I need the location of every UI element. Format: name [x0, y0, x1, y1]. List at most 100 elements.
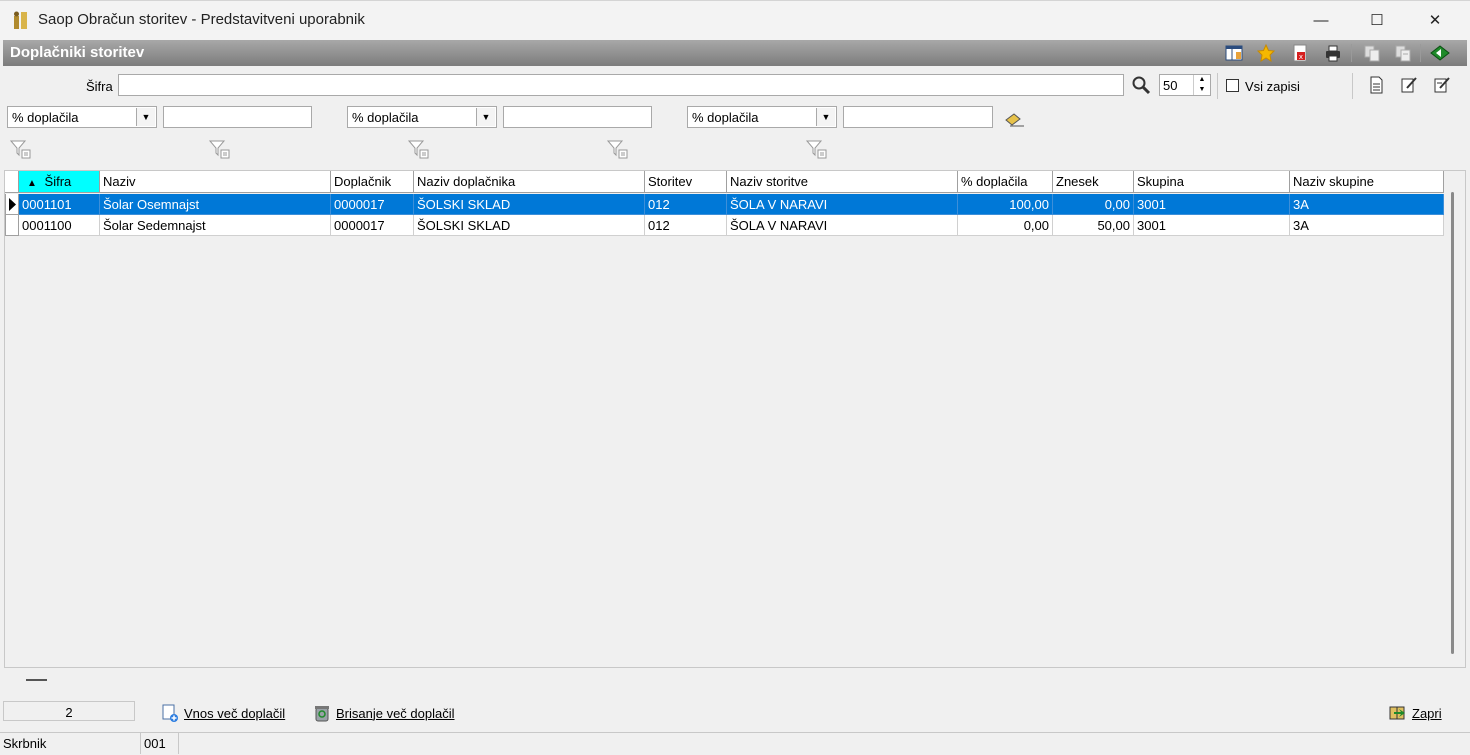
cell-znesek[interactable]: 50,00 [1053, 215, 1134, 236]
filter-funnel-icon[interactable] [805, 140, 828, 160]
chevron-down-icon[interactable]: ▼ [816, 108, 835, 126]
status-label: Skrbnik [0, 732, 140, 754]
window-title: Saop Obračun storitev - Predstavitveni u… [38, 11, 365, 28]
close-book-icon [1389, 706, 1405, 720]
record-count-value: 50 [1163, 78, 1178, 93]
favorite-star-icon[interactable] [1256, 43, 1276, 63]
stepper-arrows[interactable]: ▲ ▼ [1193, 75, 1210, 95]
column-header-storitev[interactable]: Storitev [645, 171, 727, 193]
filter-funnel-icon[interactable] [606, 140, 629, 160]
column-header-doplacnik[interactable]: Doplačnik [331, 171, 414, 193]
status-empty [178, 732, 1470, 754]
eraser-icon[interactable] [1002, 110, 1026, 128]
divider [1217, 73, 1218, 99]
maximize-button[interactable]: ☐ [1354, 6, 1400, 34]
cell-skupina[interactable]: 3001 [1134, 194, 1290, 215]
cell-sifra[interactable]: 0001100 [19, 215, 100, 236]
copy-icon[interactable] [1362, 43, 1382, 63]
cell-naziv-doplacnika[interactable]: ŠOLSKI SKLAD [414, 194, 645, 215]
data-grid[interactable] [4, 170, 1466, 668]
cell-storitev[interactable]: 012 [645, 194, 727, 215]
cell-doplacnik[interactable]: 0000017 [331, 215, 414, 236]
recycle-bin-icon [315, 706, 329, 722]
header-band [3, 40, 1467, 66]
row-indicator[interactable] [5, 215, 19, 236]
scrollbar-thumb[interactable] [1451, 192, 1454, 654]
cell-naziv-skupine[interactable]: 3A [1290, 215, 1444, 236]
minimize-button[interactable]: — [1298, 6, 1344, 34]
status-value: 001 [140, 732, 178, 754]
filter-field-select-3[interactable]: % doplačila ▼ [687, 106, 837, 128]
vnos-button[interactable]: Vnos več doplačil [160, 701, 285, 725]
all-records-label: Vsi zapisi [1245, 79, 1300, 94]
column-header-naziv-doplacnika[interactable]: Naziv doplačnika [414, 171, 645, 193]
cell-naziv-doplacnika[interactable]: ŠOLSKI SKLAD [414, 215, 645, 236]
column-header-naziv-storitve[interactable]: Naziv storitve [727, 171, 958, 193]
page-title: Doplačniki storitev [10, 44, 145, 61]
svg-text:x: x [1299, 53, 1303, 61]
exit-icon[interactable] [1430, 43, 1450, 63]
column-header-naziv-skupine[interactable]: Naziv skupine [1290, 171, 1444, 193]
cell-procent-doplacila[interactable]: 100,00 [958, 194, 1053, 215]
toolbar-separator [1420, 44, 1421, 62]
column-header-label: Šifra [44, 174, 72, 189]
search-label: Šifra [86, 79, 113, 94]
app-icon [12, 10, 30, 30]
column-header-znesek[interactable]: Znesek [1053, 171, 1134, 193]
cell-sifra[interactable]: 0001101 [19, 194, 100, 215]
filter-field-value: % doplačila [352, 110, 419, 125]
toolbar-separator [1351, 44, 1352, 62]
filter-field-value: % doplačila [12, 110, 79, 125]
cell-naziv[interactable]: Šolar Sedemnajst [100, 215, 331, 236]
print-icon[interactable] [1323, 43, 1343, 63]
brisanje-label: Brisanje več doplačil [336, 705, 455, 721]
close-button[interactable]: ✕ [1412, 6, 1458, 34]
pdf-export-icon[interactable]: x [1290, 43, 1310, 63]
record-count: 2 [3, 701, 135, 721]
divider [1352, 73, 1353, 99]
row-indicator[interactable] [5, 194, 19, 215]
column-header-procent-doplacila[interactable]: % doplačila [958, 171, 1053, 193]
paste-icon[interactable] [1393, 43, 1413, 63]
search-input[interactable] [118, 74, 1124, 96]
sort-ascending-icon: ▲ [27, 178, 37, 189]
filter-field-select-2[interactable]: % doplačila ▼ [347, 106, 497, 128]
new-record-icon[interactable] [1367, 76, 1387, 96]
column-header-skupina[interactable]: Skupina [1134, 171, 1290, 193]
zapri-button[interactable]: Zapri [1388, 701, 1442, 725]
column-header-naziv[interactable]: Naziv [100, 171, 331, 193]
row-indicator-header [5, 171, 19, 193]
column-header-sifra[interactable]: ▲ Šifra [19, 171, 100, 193]
columns-icon[interactable] [1224, 43, 1244, 63]
chevron-down-icon[interactable]: ▼ [476, 108, 495, 126]
cell-naziv-storitve[interactable]: ŠOLA V NARAVI [727, 194, 958, 215]
cell-naziv-storitve[interactable]: ŠOLA V NARAVI [727, 215, 958, 236]
cell-naziv-skupine[interactable]: 3A [1290, 194, 1444, 215]
chevron-down-icon[interactable]: ▼ [136, 108, 155, 126]
brisanje-button[interactable]: Brisanje več doplačil [312, 701, 455, 725]
filter-funnel-icon[interactable] [208, 140, 231, 160]
filter-field-value: % doplačila [692, 110, 759, 125]
cell-procent-doplacila[interactable]: 0,00 [958, 215, 1053, 236]
add-document-icon [162, 704, 178, 722]
filter-value-input-1[interactable] [163, 106, 312, 128]
zapri-label: Zapri [1412, 705, 1442, 721]
all-records-checkbox[interactable] [1226, 79, 1239, 92]
filter-value-input-3[interactable] [843, 106, 993, 128]
cell-skupina[interactable]: 3001 [1134, 215, 1290, 236]
horizontal-scroll-indicator[interactable] [26, 679, 47, 681]
edit-all-icon[interactable] [1433, 76, 1453, 96]
cell-znesek[interactable]: 0,00 [1053, 194, 1134, 215]
cell-doplacnik[interactable]: 0000017 [331, 194, 414, 215]
filter-field-select-1[interactable]: % doplačila ▼ [7, 106, 157, 128]
cell-naziv[interactable]: Šolar Osemnajst [100, 194, 331, 215]
vnos-label: Vnos več doplačil [184, 705, 286, 721]
filter-funnel-icon[interactable] [407, 140, 430, 160]
filter-funnel-icon[interactable] [9, 140, 32, 160]
vertical-scrollbar[interactable] [1446, 190, 1460, 670]
edit-record-icon[interactable] [1400, 76, 1420, 96]
record-count-stepper[interactable]: 50 ▲ ▼ [1159, 74, 1211, 96]
search-icon[interactable] [1131, 75, 1153, 95]
cell-storitev[interactable]: 012 [645, 215, 727, 236]
filter-value-input-2[interactable] [503, 106, 652, 128]
